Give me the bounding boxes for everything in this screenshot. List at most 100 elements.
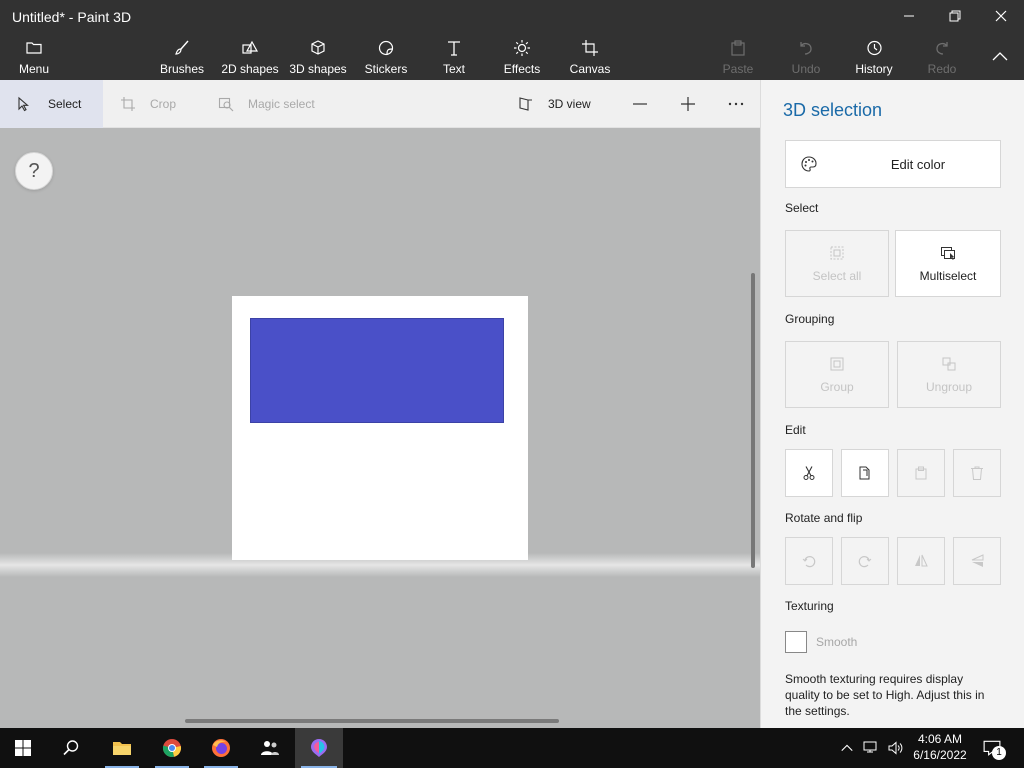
copy-button[interactable] xyxy=(841,449,889,497)
chrome-button[interactable] xyxy=(149,728,195,768)
start-button[interactable] xyxy=(0,728,46,768)
flip-vertical-icon xyxy=(971,554,984,567)
minimize-button[interactable] xyxy=(886,0,932,32)
text-button[interactable]: Text xyxy=(434,34,474,80)
copy-icon xyxy=(859,466,870,480)
restore-button[interactable] xyxy=(932,0,978,32)
people-app-button[interactable] xyxy=(247,728,293,768)
menu-button[interactable]: Menu xyxy=(14,34,54,80)
speaker-icon xyxy=(888,741,903,755)
history-icon xyxy=(867,40,882,56)
effects-button[interactable]: Effects xyxy=(500,34,544,80)
crop-tool-label: Crop xyxy=(150,97,177,111)
workspace[interactable]: ? xyxy=(0,128,760,728)
file-explorer-button[interactable] xyxy=(99,728,145,768)
more-options-button[interactable] xyxy=(726,94,746,114)
chevron-up-icon xyxy=(841,744,853,752)
shapes-2d-label: 2D shapes xyxy=(221,62,279,76)
ungroup-icon xyxy=(942,357,956,370)
system-clock[interactable]: 4:06 AM 6/16/2022 xyxy=(910,731,970,763)
magic-select-button[interactable]: Magic select xyxy=(218,80,315,128)
crop-tool-button[interactable]: Crop xyxy=(120,80,176,128)
select-all-button[interactable]: Select all xyxy=(785,230,889,297)
view-3d-toggle[interactable]: 3D view xyxy=(518,80,591,128)
texturing-section-heading: Texturing xyxy=(785,599,834,613)
flip-horizontal-icon xyxy=(915,554,928,567)
notification-count-badge: 1 xyxy=(992,746,1006,760)
collapse-ribbon-button[interactable] xyxy=(986,34,1014,80)
paint-3d-taskbar-button[interactable] xyxy=(295,728,343,768)
redo-button[interactable]: Redo xyxy=(922,34,962,80)
edit-color-button[interactable]: Edit color xyxy=(785,140,1001,188)
shapes-3d-button[interactable]: 3D shapes xyxy=(288,34,348,80)
volume-button[interactable] xyxy=(885,738,905,758)
horizontal-scrollbar[interactable] xyxy=(185,719,559,723)
text-icon xyxy=(448,41,460,56)
magic-select-label: Magic select xyxy=(248,97,315,111)
view-3d-icon xyxy=(519,97,532,111)
brushes-button[interactable]: Brushes xyxy=(158,34,206,80)
group-button[interactable]: Group xyxy=(785,341,889,408)
cut-button[interactable] xyxy=(785,449,833,497)
select-tool-button[interactable]: Select xyxy=(0,80,103,128)
paste-button[interactable]: Paste xyxy=(718,34,758,80)
restore-icon xyxy=(949,10,961,22)
network-icon xyxy=(863,741,877,753)
multiselect-button[interactable]: Multiselect xyxy=(895,230,1001,297)
undo-label: Undo xyxy=(791,62,821,76)
rotate-right-button[interactable] xyxy=(841,537,889,585)
shapes-2d-button[interactable]: 2D shapes xyxy=(220,34,280,80)
paste-panel-button[interactable] xyxy=(897,449,945,497)
paste-label: Paste xyxy=(722,62,754,76)
shapes-2d-icon xyxy=(242,40,259,54)
plus-icon xyxy=(681,97,695,111)
history-label: History xyxy=(855,62,893,76)
undo-button[interactable]: Undo xyxy=(786,34,826,80)
select-tool-label: Select xyxy=(48,97,82,111)
network-button[interactable] xyxy=(861,738,881,758)
delete-button[interactable] xyxy=(953,449,1001,497)
ungroup-button[interactable]: Ungroup xyxy=(897,341,1001,408)
select-all-icon xyxy=(830,246,844,259)
rotate-left-icon xyxy=(802,556,816,568)
search-button[interactable] xyxy=(48,728,94,768)
grouping-section-heading: Grouping xyxy=(785,312,835,326)
history-button[interactable]: History xyxy=(852,34,896,80)
zoom-in-button[interactable] xyxy=(678,94,698,114)
canvas-button[interactable]: Canvas xyxy=(568,34,612,80)
minimize-icon xyxy=(904,15,914,17)
folder-icon xyxy=(113,742,131,755)
redo-icon xyxy=(936,42,948,55)
drawing-canvas[interactable] xyxy=(232,296,528,560)
group-label: Group xyxy=(820,379,854,394)
show-hidden-icons-button[interactable] xyxy=(837,738,857,758)
firefox-icon xyxy=(212,739,230,757)
vertical-scrollbar[interactable] xyxy=(751,273,755,568)
windows-taskbar: 4:06 AM 6/16/2022 1 xyxy=(0,728,1024,768)
flip-horizontal-button[interactable] xyxy=(897,537,945,585)
menu-label: Menu xyxy=(18,62,50,76)
group-icon xyxy=(830,357,844,370)
undo-icon xyxy=(800,42,812,55)
canvas-icon xyxy=(582,40,598,56)
crop-icon xyxy=(121,97,135,111)
close-icon xyxy=(995,10,1007,22)
more-icon xyxy=(728,102,744,106)
selection-side-panel: 3D selection Edit color Select Select al… xyxy=(760,80,1024,728)
close-button[interactable] xyxy=(978,0,1024,32)
zoom-out-button[interactable] xyxy=(630,94,650,114)
flip-vertical-button[interactable] xyxy=(953,537,1001,585)
text-label: Text xyxy=(442,62,465,76)
clock-time: 4:06 AM xyxy=(917,732,963,746)
help-button[interactable]: ? xyxy=(15,152,53,190)
view-3d-label: 3D view xyxy=(548,97,591,111)
redo-label: Redo xyxy=(927,62,957,76)
firefox-button[interactable] xyxy=(198,728,244,768)
blue-rectangle-shape[interactable] xyxy=(250,318,504,423)
scissors-icon xyxy=(803,466,815,480)
folder-icon xyxy=(26,42,42,54)
brush-icon xyxy=(175,40,189,55)
smooth-checkbox[interactable] xyxy=(785,631,807,653)
rotate-left-button[interactable] xyxy=(785,537,833,585)
stickers-button[interactable]: Stickers xyxy=(362,34,410,80)
